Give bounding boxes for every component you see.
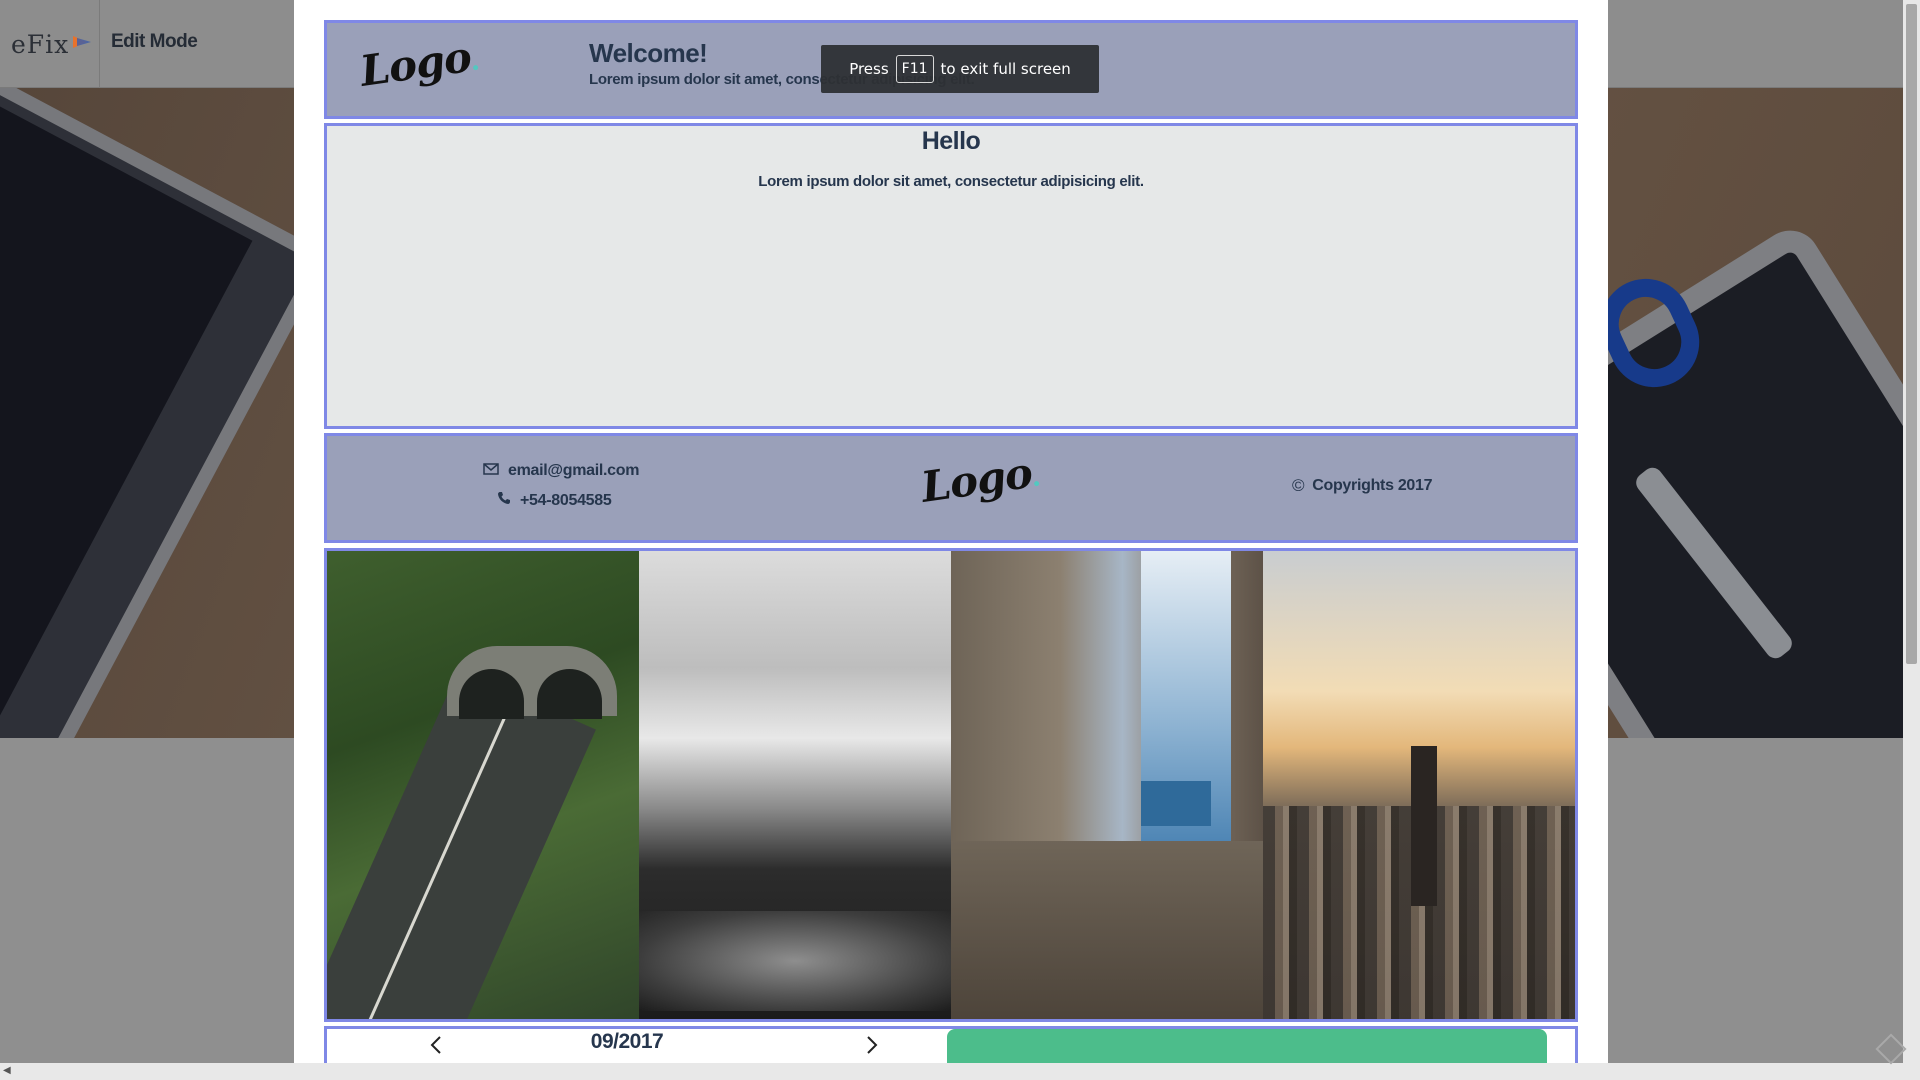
scroll-left-icon[interactable]: ◀ (3, 1065, 11, 1076)
phone-icon (497, 491, 511, 510)
footer-section[interactable]: email@gmail.com +54-8054585 Logo © Copyr… (324, 433, 1578, 543)
gallery-section[interactable] (324, 548, 1578, 1022)
hello-title: Hello (921, 127, 981, 155)
edit-mode-label[interactable]: Edit Mode (111, 31, 198, 53)
template-preview-modal: Logo Welcome! Lorem ipsum dolor sit amet… (294, 0, 1608, 1063)
hello-section[interactable]: Hello Lorem ipsum dolor sit amet, consec… (324, 123, 1578, 429)
city-skyline-photo (1263, 551, 1575, 1019)
laptop-graphic (0, 88, 331, 738)
copyright: © Copyrights 2017 (1292, 476, 1433, 496)
phone-contact: +54-8054585 (497, 491, 612, 510)
brand-name: eFix (11, 29, 70, 59)
envelope-icon (483, 462, 499, 480)
vertical-scrollbar-thumb[interactable] (1906, 4, 1917, 664)
calendar-month-label: 09/2017 (590, 1030, 664, 1053)
diamond-widget-icon[interactable] (1875, 1033, 1907, 1065)
toast-text-before: Press (849, 60, 889, 78)
vertical-scrollbar[interactable] (1903, 0, 1920, 1063)
welcome-title: Welcome! (589, 38, 708, 68)
hello-text: Lorem ipsum dolor sit amet, consectetur … (758, 173, 1144, 190)
chevron-left-icon[interactable] (429, 1035, 443, 1060)
tunnel-road-photo (327, 551, 639, 1019)
toast-key-f11: F11 (895, 55, 934, 83)
phone-text: +54-8054585 (520, 491, 612, 509)
email-text: email@gmail.com (508, 462, 640, 479)
fullscreen-toast: Press F11 to exit full screen (821, 45, 1099, 93)
calendar-green-bar (947, 1029, 1547, 1063)
toast-text-after: to exit full screen (940, 60, 1071, 78)
email-contact: email@gmail.com (483, 462, 639, 480)
footer-logo: Logo (918, 447, 1041, 512)
header-logo: Logo (357, 31, 480, 96)
calendar-nav-section[interactable]: 09/2017 (324, 1026, 1578, 1063)
chevron-right-icon[interactable] (865, 1035, 879, 1060)
clouds-mountains-photo (639, 551, 951, 1019)
efix-logo-icon (73, 34, 92, 55)
copyright-text: Copyrights 2017 (1312, 477, 1433, 494)
alley-sea-photo (951, 551, 1263, 1019)
copyright-icon: © (1292, 476, 1305, 495)
brand-logo[interactable]: eFix (0, 0, 100, 88)
horizontal-scrollbar[interactable]: ◀ (0, 1063, 1920, 1080)
